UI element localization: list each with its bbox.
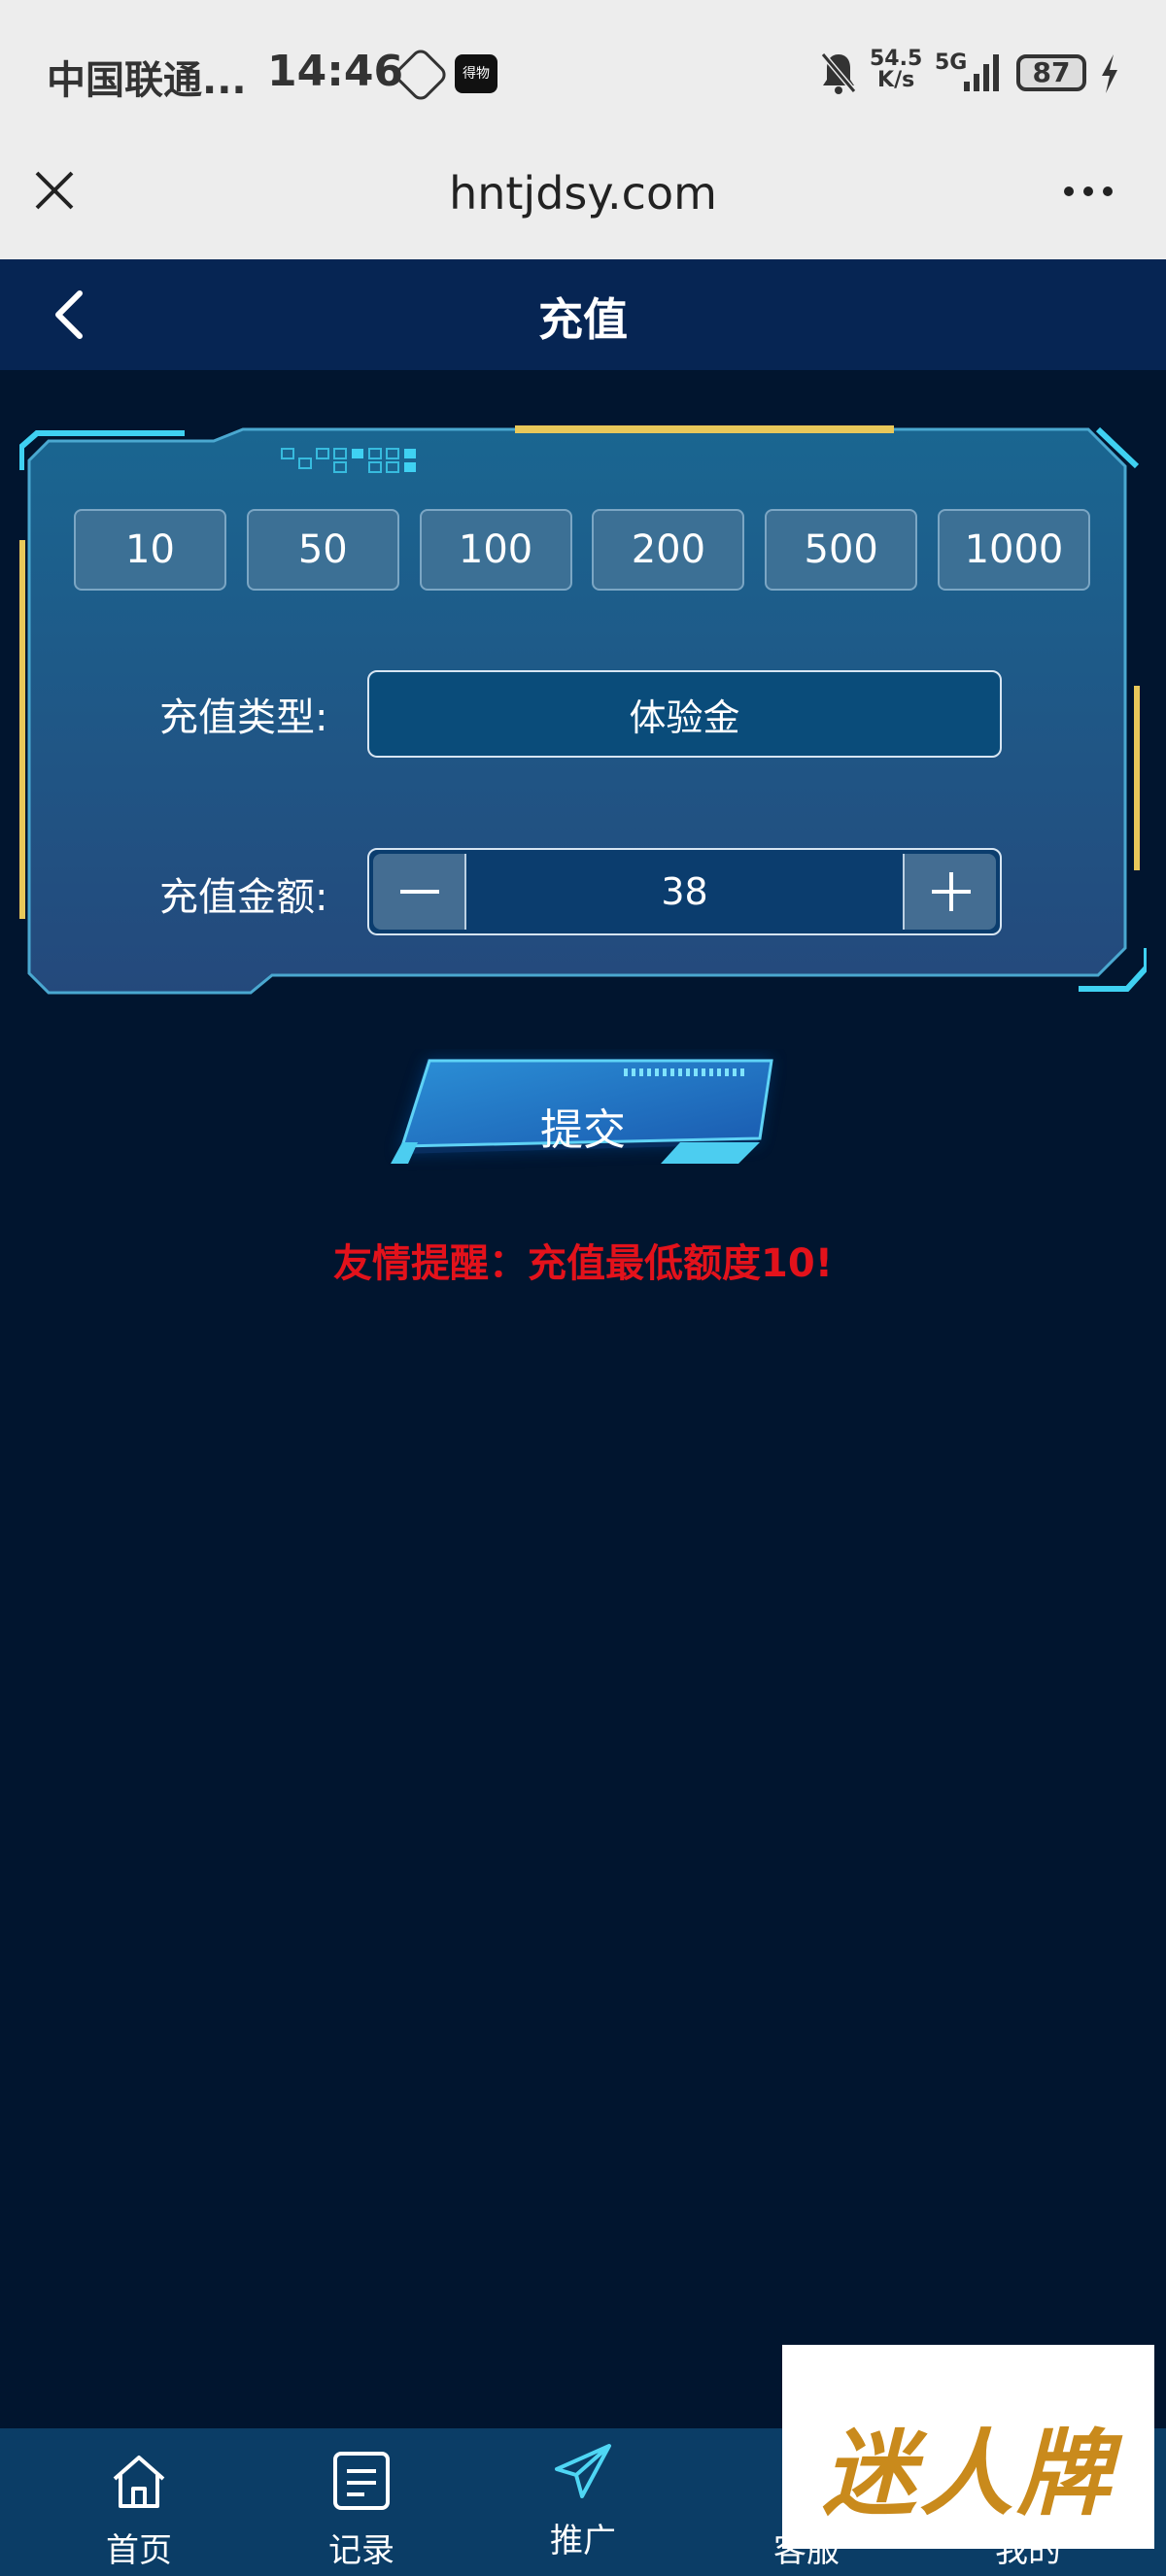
- nav-label-promote: 推广: [550, 2522, 616, 2560]
- recharge-type-label: 充值类型:: [159, 695, 328, 740]
- watermark: 迷人牌: [782, 2345, 1154, 2549]
- amount-option-50[interactable]: 50: [246, 509, 399, 591]
- paper-plane-icon: [555, 2444, 611, 2498]
- nav-label-home: 首页: [106, 2531, 172, 2570]
- amount-options: 10 50 100 200 500 1000: [74, 509, 1090, 591]
- signal-icon: [964, 54, 999, 91]
- minus-icon: [400, 890, 439, 894]
- amount-option-100[interactable]: 100: [419, 509, 572, 591]
- url-text: hntjdsy.com: [449, 167, 717, 220]
- clock: 14:46: [267, 47, 404, 96]
- carrier-name: 中国联通...: [47, 58, 247, 103]
- amount-option-200[interactable]: 200: [592, 509, 745, 591]
- more-icon[interactable]: [1059, 177, 1117, 206]
- network-speed: 54.5 K/s: [870, 47, 923, 92]
- nav-item-record[interactable]: 记录: [293, 2450, 429, 2576]
- charging-icon: [1102, 54, 1117, 93]
- amount-option-10[interactable]: 10: [74, 509, 226, 591]
- plus-icon: [932, 872, 971, 911]
- home-icon: [113, 2456, 165, 2508]
- record-icon: [333, 2452, 390, 2510]
- bell-muted-icon: [820, 52, 857, 94]
- watermark-text: 迷人牌: [822, 2420, 1115, 2528]
- amount-option-500[interactable]: 500: [765, 509, 918, 591]
- amount-input[interactable]: 38: [466, 850, 903, 933]
- nav-label-record: 记录: [328, 2531, 394, 2570]
- decrease-button[interactable]: [373, 854, 466, 930]
- increase-button[interactable]: [903, 854, 996, 930]
- battery-icon: 87: [1016, 54, 1086, 91]
- amount-option-1000[interactable]: 1000: [937, 509, 1090, 591]
- amount-stepper: 38: [367, 848, 1002, 935]
- app-badge-icon: 得物: [455, 54, 497, 93]
- nav-item-home[interactable]: 首页: [71, 2450, 207, 2576]
- recharge-type-select[interactable]: 体验金: [367, 670, 1002, 758]
- page-title: 充值: [538, 293, 628, 346]
- nav-item-promote[interactable]: 推广: [515, 2440, 651, 2566]
- recharge-amount-label: 充值金额:: [159, 875, 328, 920]
- reminder-text: 友情提醒：充值最低额度10!: [333, 1241, 833, 1286]
- submit-button[interactable]: 提交: [379, 1095, 787, 1157]
